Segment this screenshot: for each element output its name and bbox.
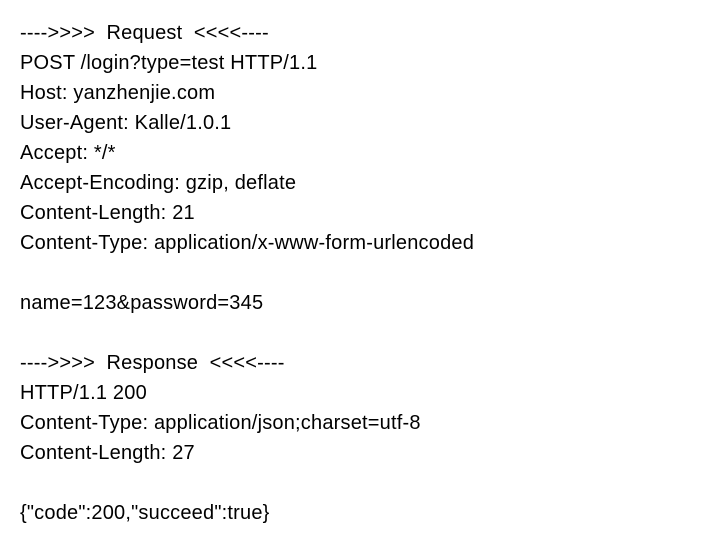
response-body: {"code":200,"succeed":true} xyxy=(20,498,682,528)
request-header-content-length: Content-Length: 21 xyxy=(20,198,682,228)
request-body: name=123&password=345 xyxy=(20,288,682,318)
response-status-line: HTTP/1.1 200 xyxy=(20,378,682,408)
request-method-line: POST /login?type=test HTTP/1.1 xyxy=(20,48,682,78)
request-header-user-agent: User-Agent: Kalle/1.0.1 xyxy=(20,108,682,138)
request-header-accept: Accept: */* xyxy=(20,138,682,168)
blank-line xyxy=(20,468,682,498)
blank-line xyxy=(20,258,682,288)
request-header-host: Host: yanzhenjie.com xyxy=(20,78,682,108)
request-header-accept-encoding: Accept-Encoding: gzip, deflate xyxy=(20,168,682,198)
request-section-header: ---->>>> Request <<<<---- xyxy=(20,18,682,48)
blank-line xyxy=(20,318,682,348)
response-section-header: ---->>>> Response <<<<---- xyxy=(20,348,682,378)
response-header-content-type: Content-Type: application/json;charset=u… xyxy=(20,408,682,438)
request-header-content-type: Content-Type: application/x-www-form-url… xyxy=(20,228,682,258)
response-header-content-length: Content-Length: 27 xyxy=(20,438,682,468)
